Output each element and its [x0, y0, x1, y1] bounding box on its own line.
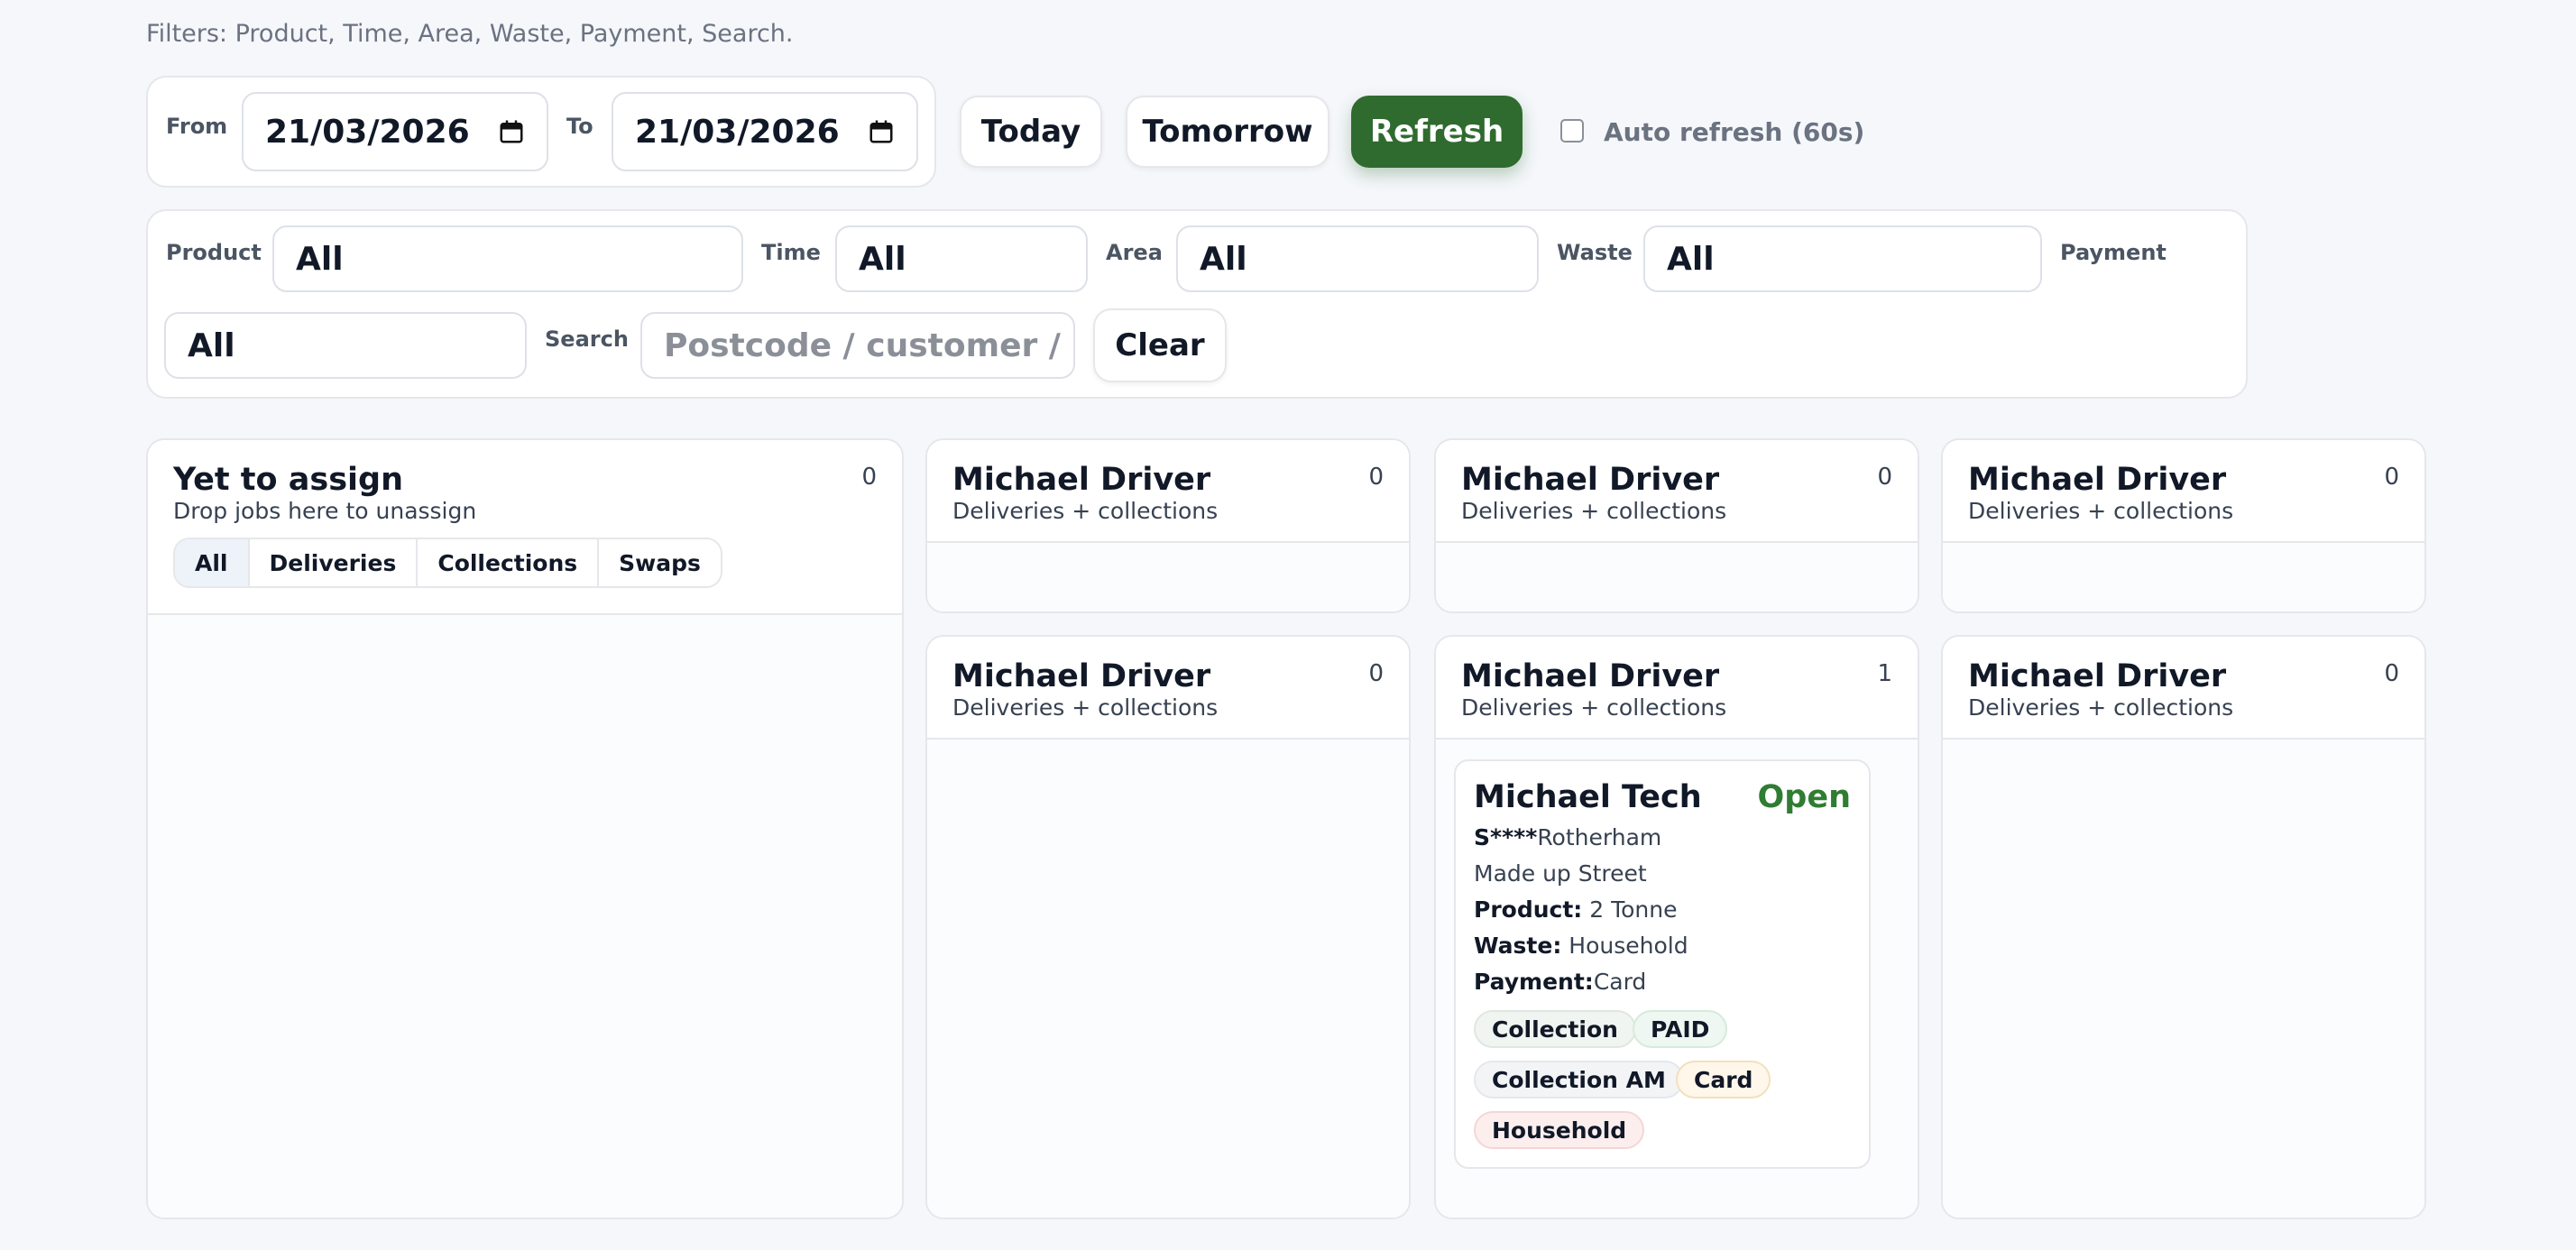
filters-hint: Filters: Product, Time, Area, Waste, Pay…	[146, 20, 794, 48]
driver-dropzone[interactable]	[927, 740, 1409, 1218]
job-payment: Payment:Card	[1474, 969, 1646, 995]
driver-subtitle: Deliveries + collections	[1968, 498, 2234, 524]
driver-dropzone[interactable]	[1436, 543, 1918, 611]
job-type-tabs: All Deliveries Collections Swaps	[173, 538, 722, 588]
tab-all[interactable]: All	[175, 539, 250, 586]
product-label: Product	[166, 240, 262, 265]
payment-label: Payment	[2060, 240, 2167, 265]
job-product-value: 2 Tonne	[1589, 896, 1678, 923]
search-input[interactable]: Postcode / customer / address	[640, 312, 1075, 379]
unassigned-count: 0	[861, 464, 877, 491]
job-town: Rotherham	[1537, 824, 1662, 850]
tag-card: Card	[1676, 1061, 1771, 1098]
from-date-value: 21/03/2026	[265, 113, 470, 151]
driver-name: Michael Driver	[952, 658, 1211, 694]
driver-name: Michael Driver	[952, 462, 1211, 498]
tag-household: Household	[1474, 1111, 1645, 1149]
area-select[interactable]: All	[1176, 225, 1539, 292]
calendar-icon[interactable]	[868, 118, 895, 145]
driver-subtitle: Deliveries + collections	[1461, 694, 1727, 721]
to-date-value: 21/03/2026	[635, 113, 840, 151]
job-location: S****Rotherham	[1474, 824, 1661, 850]
driver-name: Michael Driver	[1968, 462, 2227, 498]
clear-button[interactable]: Clear	[1093, 308, 1227, 382]
driver-column[interactable]: Michael Driver Deliveries + collections …	[1434, 438, 1919, 613]
job-product-label: Product:	[1474, 896, 1583, 923]
driver-column[interactable]: Michael Driver Deliveries + collections …	[1941, 635, 2426, 1219]
driver-name: Michael Driver	[1968, 658, 2227, 694]
time-select[interactable]: All	[835, 225, 1088, 292]
driver-job-count: 0	[1368, 660, 1384, 687]
tomorrow-button[interactable]: Tomorrow	[1126, 96, 1329, 168]
job-waste-label: Waste:	[1474, 933, 1562, 959]
tab-collections[interactable]: Collections	[418, 539, 600, 586]
driver-dropzone[interactable]	[927, 543, 1409, 611]
unassigned-subtitle: Drop jobs here to unassign	[173, 498, 477, 524]
unassigned-column[interactable]: Yet to assign Drop jobs here to unassign…	[146, 438, 904, 1219]
auto-refresh-checkbox[interactable]	[1560, 119, 1584, 142]
driver-job-count: 0	[1368, 464, 1384, 491]
job-card[interactable]: Michael Tech Open S****Rotherham Made up…	[1454, 759, 1871, 1169]
driver-subtitle: Deliveries + collections	[952, 694, 1219, 721]
unassigned-title: Yet to assign	[173, 462, 403, 498]
tab-deliveries[interactable]: Deliveries	[250, 539, 419, 586]
waste-label: Waste	[1557, 240, 1633, 265]
refresh-button[interactable]: Refresh	[1351, 96, 1523, 168]
today-button[interactable]: Today	[960, 96, 1102, 168]
tag-collection-am: Collection AM	[1474, 1061, 1684, 1098]
driver-dropzone[interactable]	[1943, 543, 2424, 611]
job-customer-name: Michael Tech	[1474, 779, 1702, 815]
job-waste-value: Household	[1569, 933, 1688, 959]
job-postcode: S****	[1474, 824, 1538, 850]
driver-job-count: 1	[1877, 660, 1892, 687]
time-label: Time	[761, 240, 821, 265]
driver-name: Michael Driver	[1461, 462, 1720, 498]
unassigned-dropzone[interactable]	[148, 615, 902, 1218]
driver-column[interactable]: Michael Driver Deliveries + collections …	[925, 438, 1411, 613]
calendar-icon[interactable]	[498, 118, 525, 145]
driver-job-count: 0	[2384, 464, 2399, 491]
driver-dropzone[interactable]	[1943, 740, 2424, 1218]
auto-refresh-label: Auto refresh (60s)	[1604, 117, 1865, 147]
tag-paid: PAID	[1633, 1010, 1728, 1048]
job-waste: Waste: Household	[1474, 933, 1688, 959]
job-payment-value: Card	[1593, 969, 1647, 995]
payment-select[interactable]: All	[164, 312, 527, 379]
job-product: Product: 2 Tonne	[1474, 896, 1678, 923]
driver-name: Michael Driver	[1461, 658, 1720, 694]
product-select[interactable]: All	[272, 225, 743, 292]
driver-column[interactable]: Michael Driver Deliveries + collections …	[1941, 438, 2426, 613]
job-payment-label: Payment:	[1474, 969, 1594, 995]
to-date-input[interactable]: 21/03/2026	[612, 92, 918, 171]
from-label: From	[166, 114, 228, 139]
area-label: Area	[1106, 240, 1163, 265]
driver-column[interactable]: Michael Driver Deliveries + collections …	[925, 635, 1411, 1219]
search-label: Search	[545, 326, 629, 352]
waste-select[interactable]: All	[1643, 225, 2042, 292]
driver-job-count: 0	[2384, 660, 2399, 687]
tag-collection: Collection	[1474, 1010, 1636, 1048]
driver-subtitle: Deliveries + collections	[1461, 498, 1727, 524]
from-date-input[interactable]: 21/03/2026	[242, 92, 548, 171]
job-street: Made up Street	[1474, 860, 1647, 887]
driver-subtitle: Deliveries + collections	[952, 498, 1219, 524]
to-label: To	[566, 114, 593, 139]
job-status: Open	[1757, 779, 1851, 815]
driver-job-count: 0	[1877, 464, 1892, 491]
driver-subtitle: Deliveries + collections	[1968, 694, 2234, 721]
tab-swaps[interactable]: Swaps	[599, 539, 721, 586]
